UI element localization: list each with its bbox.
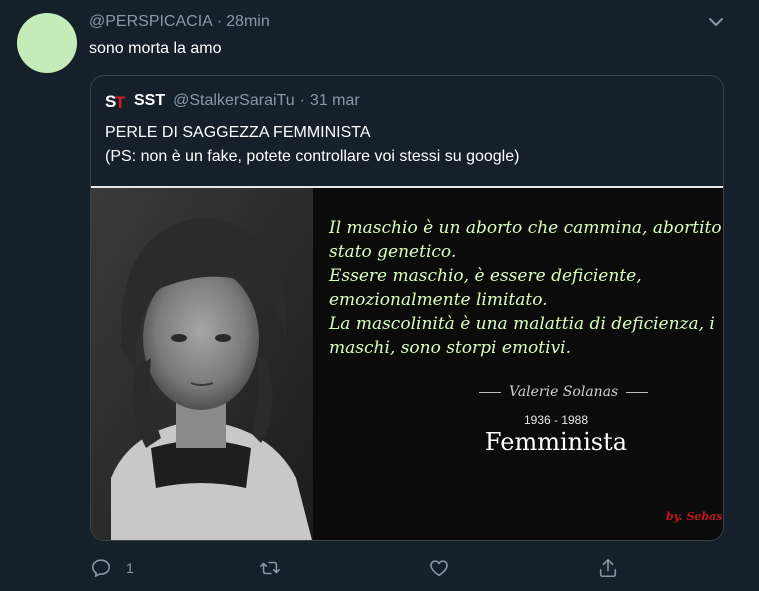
retweet-icon bbox=[260, 561, 280, 575]
like-button[interactable] bbox=[428, 556, 450, 580]
image-quote-line: La mascolinità è una malattia di deficie… bbox=[329, 314, 715, 334]
author-dash-left bbox=[479, 391, 501, 393]
portrait-photo bbox=[91, 188, 313, 540]
quoted-date[interactable]: 31 mar bbox=[310, 92, 360, 110]
quoted-handle[interactable]: @StalkerSaraiTu bbox=[173, 92, 294, 110]
image-quote-line: stato genetico. bbox=[329, 242, 457, 262]
chevron-down-icon[interactable] bbox=[706, 12, 726, 32]
tweet-text: sono morta la amo bbox=[89, 40, 222, 57]
share-icon bbox=[599, 558, 617, 578]
image-years: 1936 - 1988 bbox=[523, 413, 589, 427]
image-quote-line: maschi, sono storpi emotivi. bbox=[329, 338, 572, 358]
retweet-button[interactable] bbox=[259, 556, 281, 580]
header-separator: · bbox=[216, 13, 223, 30]
quoted-image[interactable]: Il maschio è un aborto che cammina, abor… bbox=[91, 186, 723, 540]
share-button[interactable] bbox=[597, 556, 619, 580]
tweet-header: @PERSPICACIA · 28min bbox=[89, 13, 270, 31]
quoted-text-line-2: (PS: non è un fake, potete controllare v… bbox=[105, 148, 520, 165]
quoted-separator: · bbox=[299, 92, 305, 109]
image-quote-line: Essere maschio, è essere deficiente, bbox=[329, 266, 642, 286]
quoted-header: S T SST @StalkerSaraiTu · 31 mar bbox=[105, 90, 360, 112]
logo-letter-t: T bbox=[115, 93, 126, 111]
quoted-name[interactable]: SST bbox=[134, 92, 165, 110]
tweet-time[interactable]: 28min bbox=[226, 13, 270, 30]
tweet-actions: 1 bbox=[0, 556, 759, 580]
avatar[interactable] bbox=[17, 13, 77, 73]
image-quote-line: Il maschio è un aborto che cammina, abor… bbox=[329, 218, 722, 238]
image-author: Valerie Solanas bbox=[471, 384, 649, 400]
author-dash-right bbox=[626, 391, 649, 393]
image-quote-line: emozionalmente limitato. bbox=[329, 290, 548, 310]
quoted-logo-icon: S T bbox=[105, 91, 127, 111]
quoted-text-line-1: PERLE DI SAGGEZZA FEMMINISTA bbox=[105, 124, 371, 141]
image-quote-text: Il maschio è un aborto che cammina, abor… bbox=[329, 216, 723, 360]
author-name: Valerie Solanas bbox=[509, 384, 619, 400]
heart-icon bbox=[430, 560, 448, 577]
quoted-tweet[interactable]: S T SST @StalkerSaraiTu · 31 mar PERLE D… bbox=[90, 75, 724, 541]
reply-button[interactable]: 1 bbox=[90, 556, 134, 580]
reply-count: 1 bbox=[126, 560, 134, 576]
image-title: Femminista bbox=[484, 428, 628, 456]
author-handle[interactable]: @PERSPICACIA bbox=[89, 13, 213, 30]
reply-icon bbox=[91, 559, 111, 578]
image-signature: by. Sebasti bbox=[666, 510, 723, 523]
